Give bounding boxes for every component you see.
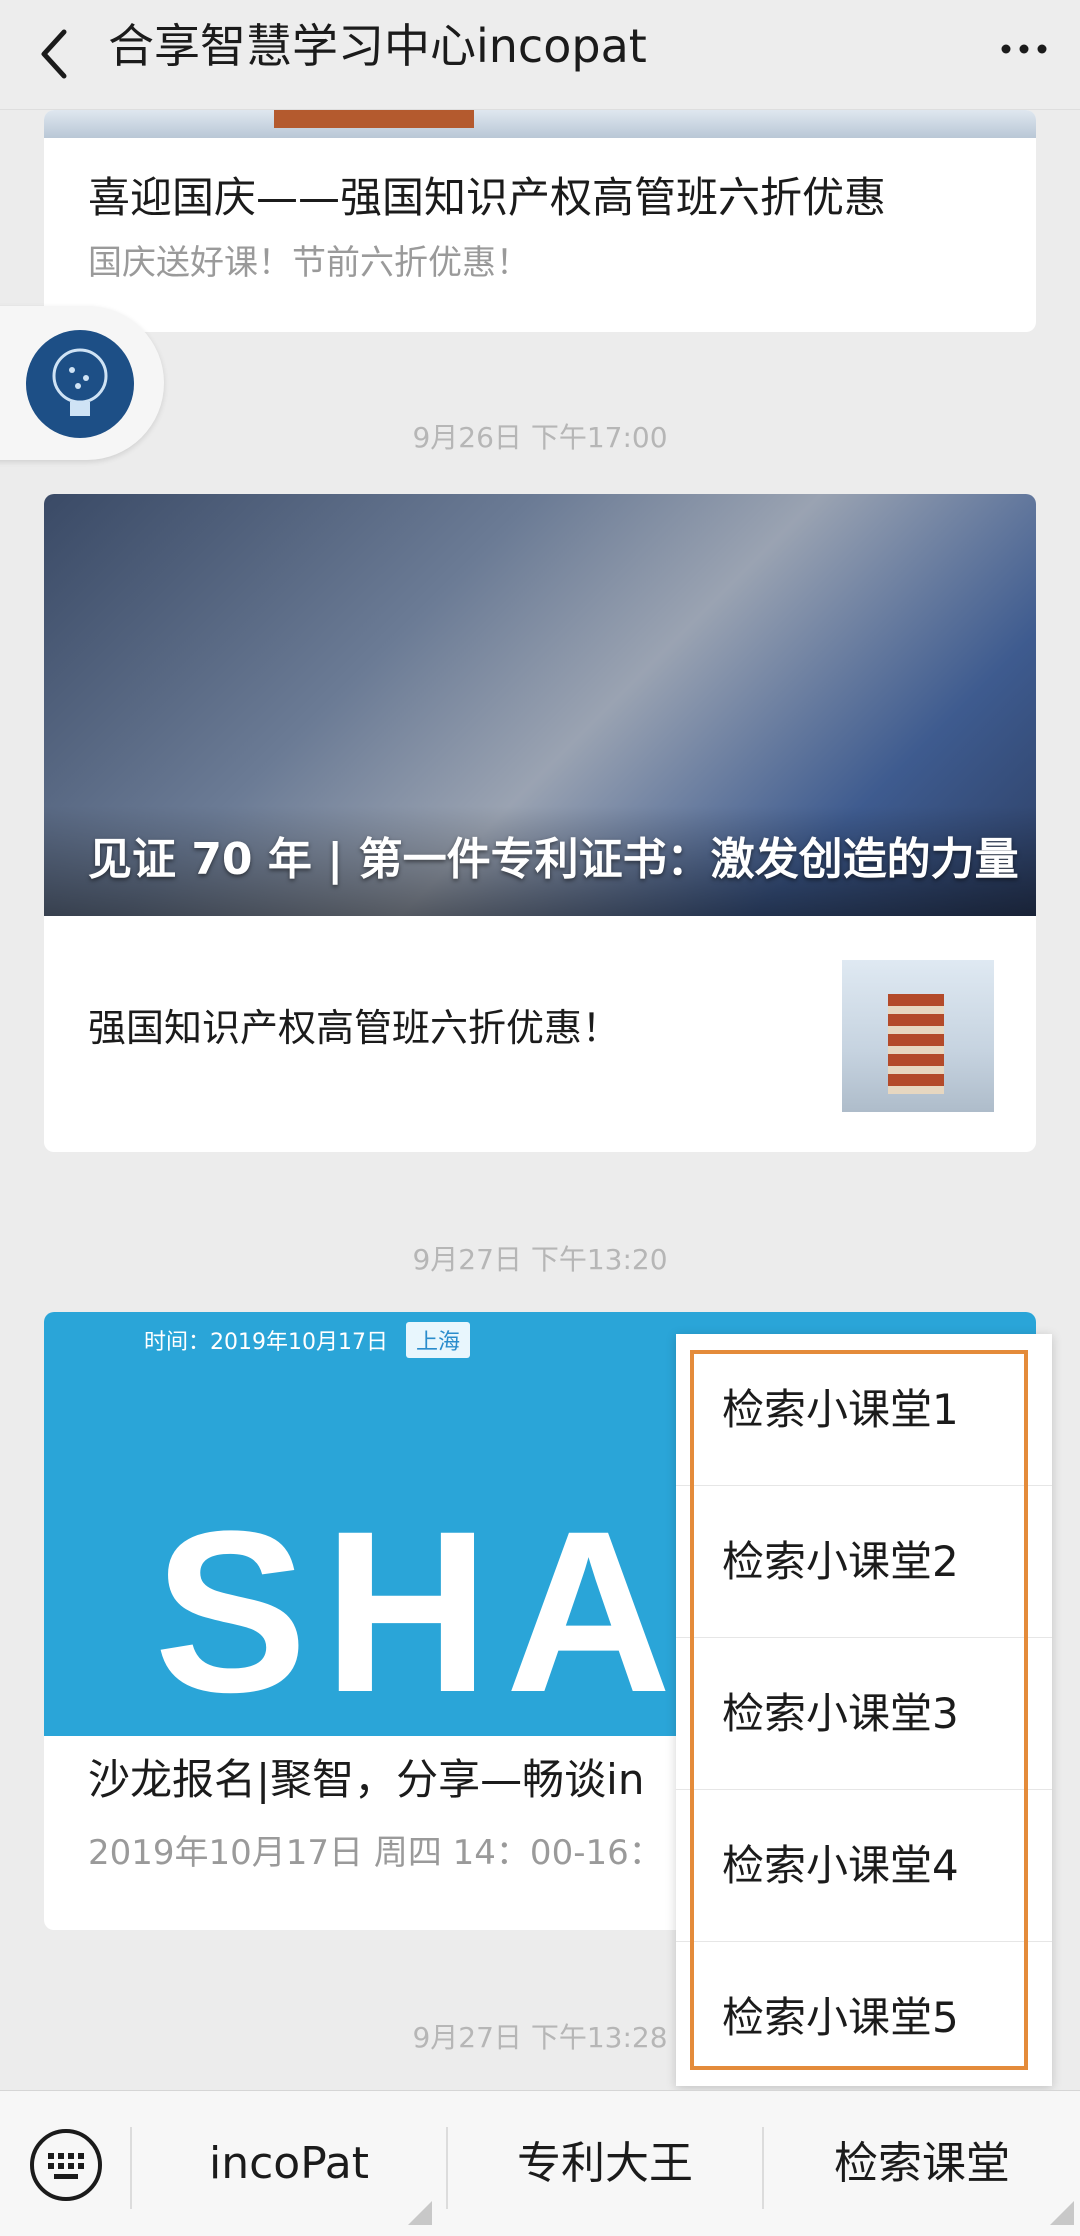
submenu-item-label: 检索小课堂5: [722, 1993, 959, 2042]
article-digest: 2019年10月17日 周四 14：00-16：: [88, 1833, 663, 1873]
sub-article-title[interactable]: 强国知识产权高管班六折优惠！: [88, 1002, 620, 1054]
article-title: 沙龙报名|聚智，分享—畅谈in: [88, 1755, 645, 1804]
sub-article-thumbnail: [842, 960, 994, 1112]
article-card-patent-history[interactable]: 见证 70 年 | 第一件专利证书：激发创造的力量 强国知识产权高管班六折优惠！: [44, 494, 1036, 1152]
nav-bar: 合享智慧学习中心incopat: [0, 0, 1080, 110]
article-card-national-day[interactable]: 喜迎国庆——强国知识产权高管班六折优惠 国庆送好课！节前六折优惠！: [44, 110, 1036, 332]
cover-detail: [274, 110, 474, 128]
more-options-icon[interactable]: [994, 26, 1054, 72]
menu-tab-patent-king[interactable]: 专利大王: [448, 2091, 762, 2236]
message-timestamp: 9月26日 下午17:00: [412, 421, 668, 454]
submenu-indicator-icon: [408, 2201, 432, 2225]
submenu-item-2[interactable]: 检索小课堂2: [676, 1486, 1052, 1638]
submenu-indicator-icon: [1050, 2201, 1074, 2225]
submenu-item-4[interactable]: 检索小课堂4: [676, 1790, 1052, 1942]
account-title: 合享智慧学习中心incopat: [108, 19, 647, 73]
submenu-popup: 检索小课堂1 检索小课堂2 检索小课堂3 检索小课堂4 检索小课堂5: [676, 1334, 1052, 2086]
submenu-item-label: 检索小课堂3: [722, 1689, 959, 1738]
submenu-item-5[interactable]: 检索小课堂5: [676, 1942, 1052, 2094]
submenu-item-label: 检索小课堂2: [722, 1537, 959, 1586]
books-image-icon: [888, 994, 944, 1094]
submenu-item-label: 检索小课堂4: [722, 1841, 959, 1890]
banner-date: 时间：2019年10月17日: [144, 1330, 388, 1355]
back-arrow-icon[interactable]: [34, 24, 74, 84]
message-timestamp: 9月27日 下午13:20: [412, 1243, 668, 1276]
article-cover-photo: 见证 70 年 | 第一件专利证书：激发创造的力量: [44, 494, 1036, 916]
submenu-item-label: 检索小课堂1: [722, 1385, 959, 1434]
article-digest: 国庆送好课！节前六折优惠！: [88, 243, 530, 283]
cover-caption: 见证 70 年 | 第一件专利证书：激发创造的力量: [88, 834, 1019, 885]
menu-tab-search-class[interactable]: 检索课堂: [764, 2091, 1080, 2236]
banner-location-tag: 上海: [406, 1322, 471, 1358]
menu-tab-incopat[interactable]: incoPat: [132, 2091, 446, 2236]
keyboard-icon[interactable]: [28, 2127, 104, 2203]
submenu-item-1[interactable]: 检索小课堂1: [676, 1334, 1052, 1486]
submenu-item-3[interactable]: 检索小课堂3: [676, 1638, 1052, 1790]
bottom-menu-bar: incoPat 专利大王 检索课堂: [0, 2090, 1080, 2236]
article-title: 喜迎国庆——强国知识产权高管班六折优惠: [88, 173, 887, 222]
article-cover-image: [44, 110, 1036, 138]
